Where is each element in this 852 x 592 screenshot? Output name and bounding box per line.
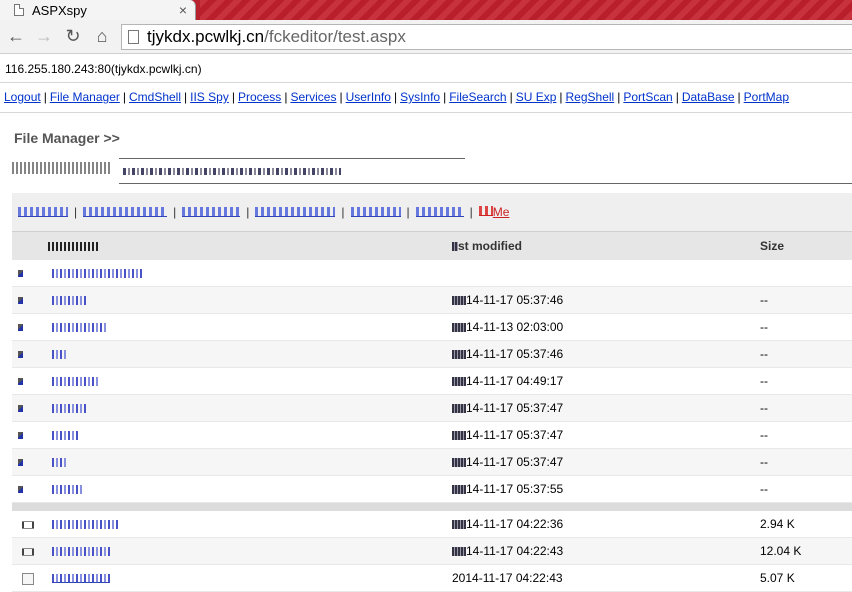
folder-icon xyxy=(18,459,23,467)
menu-userinfo[interactable]: UserInfo xyxy=(346,90,391,104)
menu-su-exp[interactable]: SU Exp xyxy=(516,90,557,104)
folder-icon xyxy=(18,405,23,413)
table-row[interactable] xyxy=(12,259,852,287)
url-host: tjykdx.pcwlkj.cn xyxy=(147,27,265,46)
divider xyxy=(0,112,852,113)
directory-link[interactable] xyxy=(52,431,80,441)
table-row[interactable]: 14-11-17 05:37:47 -- xyxy=(12,394,852,422)
directory-link[interactable] xyxy=(52,350,68,360)
main-menu: Logout | File Manager | CmdShell | IIS Spy | Pro… xyxy=(4,90,790,104)
table-row[interactable]: 14-11-17 05:37:47 -- xyxy=(12,448,852,476)
table-row[interactable]: 14-11-17 04:49:17 -- xyxy=(12,367,852,395)
directory-link[interactable] xyxy=(52,296,86,306)
folder-icon xyxy=(18,324,23,332)
table-row[interactable]: 14-11-17 05:37:46 -- xyxy=(12,286,852,314)
section-title: File Manager >> xyxy=(14,130,120,146)
action-link-me[interactable]: Me xyxy=(478,205,509,219)
table-header-row: st modified Size xyxy=(12,231,852,260)
folder-icon xyxy=(18,432,23,440)
file-link[interactable] xyxy=(52,520,118,530)
address-bar[interactable]: tjykdx.pcwlkj.cn/fckeditor/test.aspx xyxy=(121,24,852,50)
actions-bar: | | | | | | Me xyxy=(12,193,852,231)
menu-iis-spy[interactable]: IIS Spy xyxy=(190,90,229,104)
file-link[interactable] xyxy=(52,547,110,557)
action-link[interactable] xyxy=(18,207,68,217)
folder-icon xyxy=(18,486,23,494)
page-content: 116.255.180.243:80(tjykdx.pcwlkj.cn) Log… xyxy=(0,54,852,592)
menu-services[interactable]: Services xyxy=(290,90,336,104)
divider xyxy=(0,82,852,83)
action-link[interactable] xyxy=(415,207,464,217)
action-link[interactable] xyxy=(255,207,336,217)
folder-icon xyxy=(18,351,23,359)
directory-link[interactable] xyxy=(52,377,98,387)
file-checkbox[interactable] xyxy=(22,520,34,529)
menu-filesearch[interactable]: FileSearch xyxy=(449,90,506,104)
table-row[interactable]: 14-11-13 02:03:00 -- xyxy=(12,313,852,341)
menu-cmdshell[interactable]: CmdShell xyxy=(129,90,181,104)
document-icon xyxy=(128,30,139,44)
action-link[interactable] xyxy=(83,207,168,217)
host-line: 116.255.180.243:80(tjykdx.pcwlkj.cn) xyxy=(5,62,202,76)
browser-toolbar: ← → ↻ ⌂ tjykdx.pcwlkj.cn/fckeditor/test.… xyxy=(0,20,852,54)
header-last-modified[interactable]: st modified xyxy=(452,231,760,260)
url-path: /fckeditor/test.aspx xyxy=(264,27,406,46)
header-size[interactable]: Size xyxy=(760,231,852,260)
menu-regshell[interactable]: RegShell xyxy=(566,90,615,104)
menu-database[interactable]: DataBase xyxy=(682,90,735,104)
menu-logout[interactable]: Logout xyxy=(4,90,41,104)
file-checkbox[interactable] xyxy=(22,547,34,556)
tab-title: ASPXspy xyxy=(32,2,87,18)
menu-file-manager[interactable]: File Manager xyxy=(50,90,120,104)
section-separator xyxy=(12,502,852,511)
parent-directory-link[interactable] xyxy=(52,269,142,279)
folder-icon xyxy=(18,297,23,305)
back-arrow-icon[interactable]: ← xyxy=(6,26,26,46)
action-link[interactable] xyxy=(182,207,241,217)
file-table: st modified Size 14-11-17 05:37:46 -- 14… xyxy=(12,231,852,592)
header-filename[interactable] xyxy=(48,231,452,260)
page-icon xyxy=(14,4,24,16)
home-icon[interactable]: ⌂ xyxy=(92,26,112,46)
file-checkbox[interactable] xyxy=(22,572,34,585)
directory-link[interactable] xyxy=(52,485,84,495)
file-link[interactable] xyxy=(52,574,110,584)
folder-icon xyxy=(18,378,23,386)
directory-link[interactable] xyxy=(52,404,86,414)
table-row[interactable]: 14-11-17 04:22:43 12.04 K xyxy=(12,537,852,565)
close-icon[interactable]: × xyxy=(179,3,187,17)
menu-sysinfo[interactable]: SysInfo xyxy=(400,90,440,104)
table-row[interactable]: 2014-11-17 04:22:43 5.07 K xyxy=(12,564,852,592)
directory-link[interactable] xyxy=(52,323,108,333)
action-links: | | | | | | Me xyxy=(18,205,509,219)
browser-tab[interactable]: ASPXspy × xyxy=(0,0,196,20)
table-row[interactable]: 14-11-17 05:37:47 -- xyxy=(12,421,852,449)
current-directory-input[interactable] xyxy=(119,158,852,184)
current-directory-label xyxy=(12,162,112,174)
folder-icon xyxy=(18,270,23,278)
tab-strip-background xyxy=(200,0,852,20)
forward-arrow-icon[interactable]: → xyxy=(34,26,54,46)
table-row[interactable]: 14-11-17 05:37:55 -- xyxy=(12,475,852,503)
header-checkbox-cell xyxy=(12,231,48,260)
reload-icon[interactable]: ↻ xyxy=(63,26,83,46)
action-link[interactable] xyxy=(350,207,401,217)
table-row[interactable]: 14-11-17 05:37:46 -- xyxy=(12,340,852,368)
tab-strip: ASPXspy × xyxy=(0,0,852,20)
table-row[interactable]: 14-11-17 04:22:36 2.94 K xyxy=(12,510,852,538)
menu-process[interactable]: Process xyxy=(238,90,281,104)
menu-portmap[interactable]: PortMap xyxy=(744,90,789,104)
menu-portscan[interactable]: PortScan xyxy=(623,90,672,104)
current-directory-value xyxy=(123,168,341,175)
directory-link[interactable] xyxy=(52,458,66,468)
